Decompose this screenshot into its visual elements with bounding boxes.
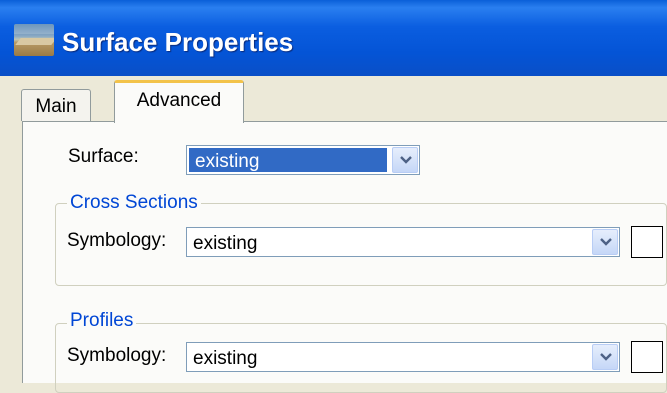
profiles-symbology-label: Symbology: — [67, 345, 167, 366]
surface-dropdown-value: existing — [195, 151, 260, 172]
tab-main[interactable]: Main — [21, 89, 91, 121]
cross-sections-color-swatch[interactable] — [631, 226, 663, 258]
tab-advanced-label: Advanced — [136, 90, 222, 111]
surface-road-icon — [14, 24, 54, 56]
cross-sections-symbology-label: Symbology: — [67, 230, 167, 251]
cross-sections-symbology-dropdown[interactable]: existing — [186, 227, 620, 257]
cross-sections-title: Cross Sections — [67, 192, 201, 214]
title-bar[interactable]: Surface Properties — [0, 0, 667, 76]
tab-main-label: Main — [35, 96, 77, 117]
surface-dropdown[interactable]: existing — [186, 145, 420, 175]
profiles-color-swatch[interactable] — [631, 341, 663, 373]
surface-label: Surface: — [68, 146, 139, 167]
profiles-title: Profiles — [67, 310, 137, 332]
tab-advanced[interactable]: Advanced — [114, 80, 244, 123]
profiles-symbology-value: existing — [193, 348, 258, 369]
chevron-down-icon[interactable] — [592, 344, 618, 370]
chevron-down-icon[interactable] — [592, 229, 618, 255]
window-title: Surface Properties — [62, 27, 294, 57]
cross-sections-symbology-value: existing — [193, 233, 258, 254]
profiles-symbology-dropdown[interactable]: existing — [186, 342, 620, 372]
chevron-down-icon[interactable] — [392, 147, 418, 173]
